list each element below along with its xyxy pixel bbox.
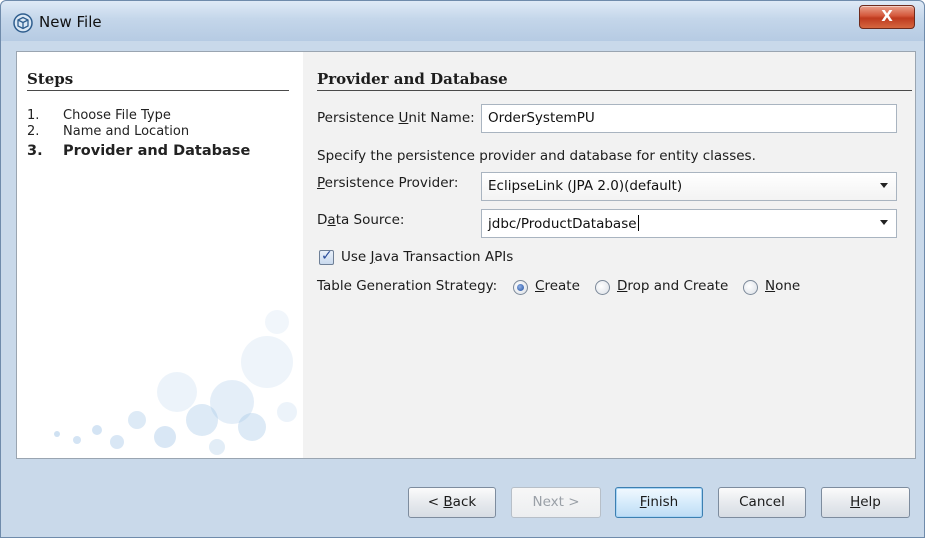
step-choose-file-type: 1. Choose File Type (27, 108, 297, 124)
step-provider-and-database: 3. Provider and Database (27, 140, 297, 162)
persistence-provider-value: EclipseLink (JPA 2.0)(default) (488, 178, 683, 194)
strategy-create-radio[interactable] (513, 280, 528, 295)
finish-button[interactable]: Finish (615, 487, 703, 518)
jta-label[interactable]: Use Java Transaction APIs (341, 249, 513, 265)
strategy-drop-and-create-label[interactable]: Drop and Create (617, 278, 728, 294)
data-source-label: Data Source: (317, 212, 405, 228)
step-name-and-location: 2. Name and Location (27, 124, 297, 140)
step-label: Provider and Database (63, 143, 251, 159)
step-label: Choose File Type (63, 108, 171, 123)
netbeans-cube-icon (13, 13, 33, 33)
table-generation-strategy-label: Table Generation Strategy: (317, 278, 498, 294)
form-divider (317, 90, 912, 91)
data-source-combobox[interactable]: jdbc/ProductDatabase (481, 209, 897, 238)
chevron-down-icon (880, 183, 888, 188)
close-button[interactable]: X (859, 5, 915, 29)
wizard-content: Steps 1. Choose File Type 2. Name and Lo… (16, 51, 916, 459)
description-text: Specify the persistence provider and dat… (317, 148, 756, 164)
provider-database-form: Provider and Database Persistence Unit N… (317, 52, 917, 458)
decorative-bubbles-image (54, 310, 297, 455)
steps-heading: Steps (27, 70, 74, 88)
steps-list: 1. Choose File Type 2. Name and Location… (27, 108, 297, 162)
chevron-down-icon (880, 220, 888, 225)
next-button[interactable]: Next > (511, 487, 601, 518)
close-icon: X (881, 7, 893, 25)
jta-checkbox[interactable] (319, 248, 334, 265)
window-title: New File (39, 13, 102, 31)
step-number: 2. (27, 124, 40, 139)
persistence-provider-label: Persistence Provider: (317, 175, 459, 191)
cancel-button[interactable]: Cancel (718, 487, 806, 518)
strategy-drop-and-create-radio[interactable] (595, 280, 610, 295)
text-cursor (637, 215, 639, 231)
strategy-none-label[interactable]: None (765, 278, 800, 294)
back-button[interactable]: < Back (408, 487, 496, 518)
form-heading: Provider and Database (317, 70, 508, 88)
persistence-provider-dropdown[interactable]: EclipseLink (JPA 2.0)(default) (481, 172, 897, 201)
step-number: 1. (27, 108, 40, 123)
step-number: 3. (27, 143, 43, 159)
step-label: Name and Location (63, 124, 190, 139)
dialog-window: New File X Steps 1. Choose File Type 2. … (0, 0, 925, 538)
persistence-unit-name-input[interactable]: OrderSystemPU (481, 104, 897, 133)
data-source-value: jdbc/ProductDatabase (488, 216, 637, 232)
strategy-none-radio[interactable] (743, 280, 758, 295)
steps-panel: Steps 1. Choose File Type 2. Name and Lo… (17, 52, 303, 458)
title-bar[interactable]: New File X (1, 1, 924, 41)
persistence-unit-name-label: Persistence Unit Name: (317, 110, 475, 126)
steps-divider (27, 90, 289, 91)
help-button[interactable]: Help (821, 487, 910, 518)
strategy-create-label[interactable]: Create (535, 278, 580, 294)
